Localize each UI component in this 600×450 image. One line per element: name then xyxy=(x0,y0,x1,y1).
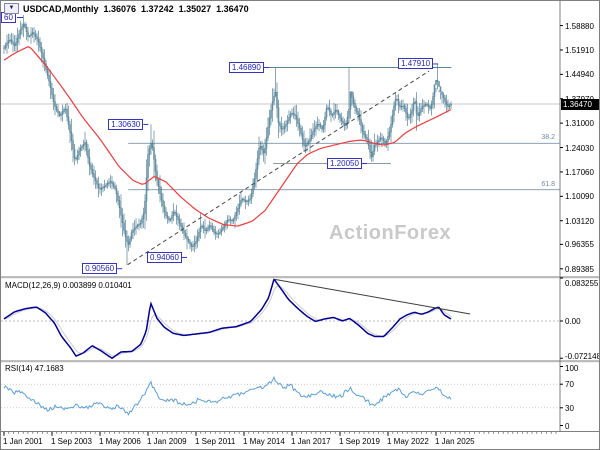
x-axis-label: 1 May 2022 xyxy=(386,437,429,446)
price-axis-label: 1.31000 xyxy=(565,119,594,129)
x-axis-label: 1 Sep 2019 xyxy=(339,437,380,446)
symbol-period-label: USDCAD,Monthly xyxy=(23,3,99,14)
macd-signal-line xyxy=(3,285,452,357)
ohlc-high-value: 1.37242 xyxy=(141,3,174,14)
rsi-axis-label: 100 xyxy=(565,364,579,373)
x-axis-label: 1 Jan 2017 xyxy=(291,437,331,446)
rsi-line xyxy=(3,375,452,416)
chart-title-bar: ▼ USDCAD,Monthly 1.36076 1.37242 1.35027… xyxy=(4,3,249,14)
x-axis-label: 1 Jan 2009 xyxy=(147,437,187,446)
chart-canvas xyxy=(1,1,599,436)
macd-main-line xyxy=(3,277,452,360)
chart-window: ActionForex ▼ USDCAD,Monthly 1.36076 1.3… xyxy=(0,0,600,450)
price-axis-label: 1.10090 xyxy=(565,192,594,202)
symbol-dropdown-icon[interactable]: ▼ xyxy=(4,3,19,14)
ohlc-low-value: 1.35027 xyxy=(178,3,212,14)
candlesticks xyxy=(3,15,452,265)
price-tag-1.30630[interactable]: 1.30630 xyxy=(108,118,144,130)
macd-axis-label: 0.00 xyxy=(565,317,581,326)
x-axis-label: 1 May 2014 xyxy=(242,437,285,446)
price-axis-label: 1.03120 xyxy=(565,216,594,226)
price-tag-1.46890[interactable]: 1.46890 xyxy=(228,62,264,74)
price-tag-0.94060[interactable]: 0.94060 xyxy=(147,251,182,263)
price-axis-label: 1.44940 xyxy=(565,70,594,80)
ohlc-open-value: 1.36076 xyxy=(103,3,137,14)
fib-38.2-label: 38.2 xyxy=(541,134,555,142)
x-axis-label: 1 Jan 2025 xyxy=(435,437,475,446)
price-axis-label: 1.51910 xyxy=(565,45,594,55)
x-axis-label: 1 Sep 2011 xyxy=(195,437,236,446)
x-axis-label: 1 Jan 2001 xyxy=(3,437,43,446)
macd-indicator-label: MACD(12,26,9) 0.003899 0.010401 xyxy=(5,281,132,290)
price-axis-label: 1.24030 xyxy=(565,143,594,153)
price-tag-1.20050[interactable]: 1.20050 xyxy=(327,157,362,169)
macd-axis-label: 0.083255 xyxy=(565,279,599,288)
price-axis-label: 1.58880 xyxy=(565,21,594,31)
price-axis-label: 0.89385 xyxy=(565,264,594,274)
price-axis-label: 0.96355 xyxy=(565,240,594,250)
rsi-axis-label: 0 xyxy=(565,421,570,431)
price-tag-0.90560[interactable]: 0.90560 xyxy=(82,263,118,275)
price-axis-label: 1.17060 xyxy=(565,167,594,177)
fib-61.8-label: 61.8 xyxy=(541,180,555,188)
rsi-axis-label: 30 xyxy=(565,403,574,413)
x-axis-label: 1 Sep 2003 xyxy=(51,437,92,446)
rsi-indicator-label: RSI(14) 47.1683 xyxy=(5,364,64,373)
ohlc-close-value: 1.36470 xyxy=(216,3,249,14)
macd-trendline[interactable] xyxy=(273,278,471,315)
x-axis-label: 1 May 2006 xyxy=(98,437,141,446)
current-price-box: 1.36470 xyxy=(561,98,599,110)
macd-axis-label: -0.072148 xyxy=(565,352,600,361)
rsi-axis-label: 70 xyxy=(565,380,574,390)
price-tag-1.47910[interactable]: 1.47910 xyxy=(398,58,434,70)
